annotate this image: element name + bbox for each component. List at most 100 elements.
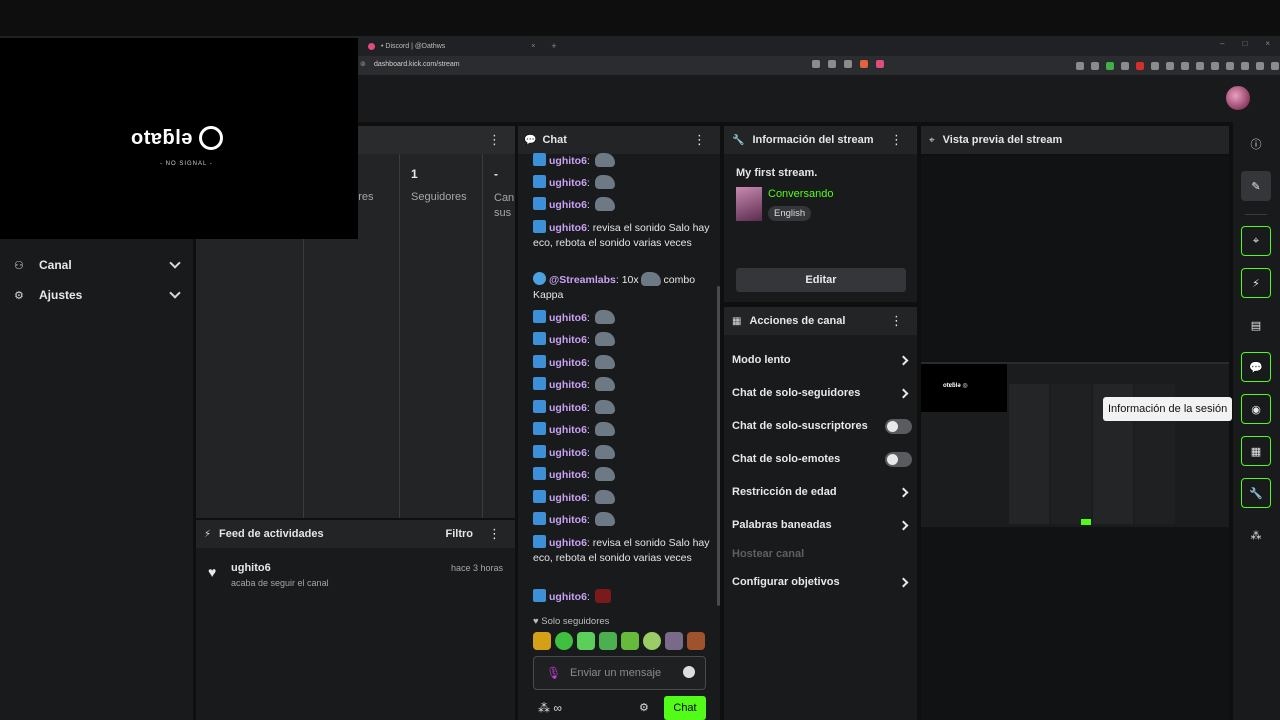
rail-divider <box>1245 214 1267 215</box>
activity-bolt-icon[interactable]: ⚡ <box>1241 268 1271 298</box>
stream-category[interactable]: Conversando <box>768 188 833 200</box>
chat-username[interactable]: ughito6 <box>549 155 587 167</box>
user-badge-icon <box>533 467 546 480</box>
feed-timestamp: hace 3 horas <box>450 563 503 573</box>
notes-icon[interactable]: ▤ <box>1241 310 1271 340</box>
chat-username[interactable]: ughito6 <box>549 447 587 459</box>
chat-settings-gear-icon[interactable]: ⚙ <box>639 701 649 714</box>
action-configure-goals[interactable]: Configurar objetivos <box>732 573 912 591</box>
kebab-menu-icon[interactable]: ⋮ <box>488 132 501 148</box>
emote-icon <box>594 589 611 603</box>
chat-username[interactable]: ughito6 <box>549 591 587 603</box>
chat-username[interactable]: ughito6 <box>549 402 587 414</box>
extension-icon[interactable] <box>1211 62 1219 70</box>
chat-message-input[interactable] <box>570 664 680 682</box>
chat-username[interactable]: ughito6 <box>549 379 587 391</box>
wrench-icon[interactable]: 🔧 <box>1241 478 1271 508</box>
share-icon[interactable] <box>844 60 852 68</box>
chat-username[interactable]: ughito6 <box>549 312 587 324</box>
extension-icon[interactable] <box>1076 62 1084 70</box>
chat-username[interactable]: ughito6 <box>549 469 587 481</box>
more-widgets-icon[interactable]: ⁂ <box>1241 520 1271 550</box>
extension-icon[interactable] <box>1196 62 1204 70</box>
chat-separator: : <box>586 402 593 414</box>
wallet-icon[interactable] <box>1256 62 1264 70</box>
sidebar-icon[interactable] <box>1241 62 1249 70</box>
emoji-picker-icon[interactable] <box>683 666 695 678</box>
close-window-button[interactable]: × <box>1265 39 1270 48</box>
microphone-icon[interactable]: 🎙 <box>546 666 561 680</box>
kebab-menu-icon[interactable]: ⋮ <box>890 313 903 329</box>
channel-actions-icon[interactable]: ▦ <box>1241 436 1271 466</box>
session-info-broadcast-icon[interactable]: ◉ <box>1241 394 1271 424</box>
filter-button[interactable]: Filtro <box>446 528 474 540</box>
playlist-icon[interactable] <box>1226 62 1234 70</box>
brave-rewards-icon[interactable] <box>876 60 884 68</box>
emote-icon[interactable] <box>577 632 595 650</box>
chat-username[interactable]: ughito6 <box>549 492 587 504</box>
extension-icon[interactable] <box>1136 62 1144 70</box>
extension-icon[interactable] <box>1151 62 1159 70</box>
preview-screen-capture: otɐƃlǝ ◎ <box>921 362 1229 527</box>
emote-icon <box>594 422 615 436</box>
emotes-only-toggle[interactable] <box>885 451 912 467</box>
chat-username[interactable]: @Streamlabs <box>549 274 616 286</box>
maximize-button[interactable]: □ <box>1242 39 1247 48</box>
emote-icon[interactable] <box>621 632 639 650</box>
minimize-button[interactable]: – <box>1220 39 1224 48</box>
kebab-menu-icon[interactable]: ⋮ <box>488 526 501 542</box>
sidebar-item-ajustes[interactable]: ⚙ Ajustes <box>14 285 181 305</box>
chat-username[interactable]: ughito6 <box>549 424 587 436</box>
edit-stream-button[interactable]: Editar <box>736 268 906 292</box>
emote-icon[interactable] <box>555 632 573 650</box>
chat-extras[interactable]: ⁂ ∞ <box>538 701 562 715</box>
emote-icon[interactable] <box>599 632 617 650</box>
extension-icon[interactable] <box>1091 62 1099 70</box>
emote-icon[interactable] <box>643 632 661 650</box>
user-badge-icon <box>533 175 546 188</box>
chat-username[interactable]: ughito6 <box>549 177 587 189</box>
tab-close-icon[interactable]: × <box>531 43 535 50</box>
action-banned-words[interactable]: Palabras baneadas <box>732 516 912 534</box>
chat-username[interactable]: ughito6 <box>549 357 587 369</box>
zoom-icon[interactable] <box>812 60 820 68</box>
vpn-icon[interactable] <box>1271 62 1279 70</box>
info-icon[interactable]: ⓘ <box>1241 129 1271 159</box>
chat-username[interactable]: ughito6 <box>549 222 587 234</box>
emote-icon[interactable] <box>533 632 551 650</box>
chat-toggle-icon[interactable]: 💬 <box>1241 352 1271 382</box>
install-icon[interactable] <box>828 60 836 68</box>
extension-icon[interactable] <box>1106 62 1114 70</box>
chat-username[interactable]: ughito6 <box>549 334 587 346</box>
brave-shield-icon[interactable] <box>860 60 868 68</box>
action-age-restriction[interactable]: Restricción de edad <box>732 483 912 501</box>
avatar[interactable] <box>1226 86 1250 110</box>
kebab-menu-icon[interactable]: ⋮ <box>890 132 903 148</box>
feed-username[interactable]: ughito6 <box>231 562 271 574</box>
chat-username[interactable]: ughito6 <box>549 537 587 549</box>
extension-icon[interactable] <box>1121 62 1129 70</box>
sidebar-item-canal[interactable]: ⚇ Canal <box>14 255 181 275</box>
user-badge-icon <box>533 220 546 233</box>
edit-pencil-icon[interactable]: ✎ <box>1241 171 1271 201</box>
chat-scrollbar[interactable] <box>717 286 720 606</box>
url-text[interactable]: dashboard.kick.com/stream <box>374 61 460 68</box>
action-followers-only[interactable]: Chat de solo-seguidores <box>732 384 912 402</box>
chat-send-button[interactable]: Chat <box>664 696 706 720</box>
new-tab-button[interactable]: + <box>551 41 556 51</box>
extension-icon[interactable] <box>1181 62 1189 70</box>
action-slow-mode[interactable]: Modo lento <box>732 351 912 369</box>
site-info-icon[interactable]: ⊚ <box>360 60 366 68</box>
kebab-menu-icon[interactable]: ⋮ <box>693 132 706 148</box>
emote-icon[interactable] <box>687 632 705 650</box>
sidebar-item-label: Ajustes <box>39 288 83 302</box>
extension-icon[interactable] <box>1166 62 1174 70</box>
chat-username[interactable]: ughito6 <box>549 514 587 526</box>
chat-username[interactable]: ughito6 <box>549 199 587 211</box>
subscribers-only-toggle[interactable] <box>885 418 912 434</box>
browser-tab-discord[interactable]: • Discord | @Dathws × + <box>368 38 557 54</box>
stream-preview-video[interactable]: otɐƃlǝ ◎ <box>921 156 1229 720</box>
stream-preview-toggle-icon[interactable]: ⌖ <box>1241 226 1271 256</box>
emote-icon <box>594 377 615 391</box>
emote-icon[interactable] <box>665 632 683 650</box>
